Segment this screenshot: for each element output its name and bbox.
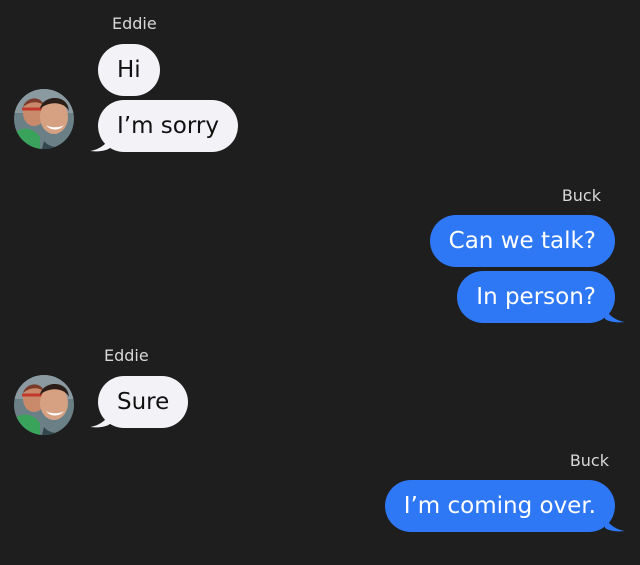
bubble-tail-incoming	[90, 136, 110, 152]
contact-photo-icon[interactable]	[14, 89, 74, 149]
message-bubble-outgoing[interactable]: Can we talk?	[429, 215, 615, 267]
message-bubble-incoming[interactable]: I’m sorry	[98, 100, 238, 152]
sender-name: Eddie	[104, 346, 149, 365]
sender-name: Buck	[569, 451, 609, 470]
bubble-tail-outgoing	[605, 516, 625, 532]
bubble-tail-outgoing	[605, 307, 625, 323]
message-bubble-outgoing[interactable]: I’m coming over.	[384, 480, 615, 532]
message-bubble-outgoing[interactable]: In person?	[457, 271, 615, 323]
message-bubble-incoming[interactable]: Sure	[98, 376, 189, 428]
sender-name: Eddie	[112, 14, 157, 33]
bubble-tail-incoming	[90, 412, 110, 428]
message-bubble-incoming[interactable]: Hi	[98, 44, 160, 96]
contact-photo-icon[interactable]	[14, 375, 74, 435]
sender-name: Buck	[561, 186, 601, 205]
